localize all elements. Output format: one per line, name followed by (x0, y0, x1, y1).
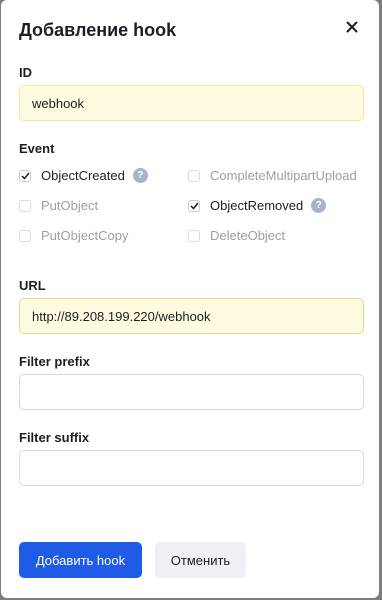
checkbox-object-removed[interactable] (188, 199, 200, 212)
url-label: URL (19, 278, 46, 293)
event-option-object-created[interactable]: ObjectCreated ? (19, 168, 148, 183)
event-option-put-object-copy[interactable]: PutObjectCopy (19, 228, 128, 243)
filter-suffix-label: Filter suffix (19, 430, 90, 445)
option-label: PutObject (41, 198, 99, 213)
event-label: Event (19, 141, 55, 156)
dialog-title: Добавление hook (19, 20, 177, 40)
option-label: ObjectRemoved (210, 198, 304, 213)
checkmark-icon (189, 202, 199, 210)
filter-prefix-label: Filter prefix (19, 354, 90, 369)
option-label: CompleteMultipartUpload (210, 168, 357, 183)
checkbox-put-object[interactable] (19, 199, 31, 212)
checkbox-put-object-copy[interactable] (19, 229, 31, 242)
event-option-object-removed[interactable]: ObjectRemoved ? (188, 198, 327, 213)
option-label: PutObjectCopy (41, 228, 129, 243)
filter-prefix-field[interactable] (19, 374, 364, 410)
id-field[interactable] (19, 85, 364, 121)
checkbox-object-created[interactable] (19, 169, 31, 182)
help-icon[interactable]: ? (132, 168, 148, 183)
checkmark-icon (20, 172, 30, 180)
add-hook-button[interactable]: Добавить hook (19, 542, 142, 578)
checkbox-delete-object[interactable] (188, 229, 200, 242)
option-label: ObjectCreated (41, 168, 125, 183)
checkbox-complete-multipart-upload[interactable] (188, 169, 200, 182)
close-button[interactable] (341, 16, 363, 38)
close-icon (346, 21, 358, 33)
url-field[interactable] (19, 298, 364, 334)
filter-suffix-field[interactable] (19, 450, 364, 486)
event-option-complete-multipart-upload[interactable]: CompleteMultipartUpload (188, 168, 357, 183)
event-option-put-object[interactable]: PutObject (19, 198, 98, 213)
event-option-delete-object[interactable]: DeleteObject (188, 228, 285, 243)
option-label: DeleteObject (210, 228, 286, 243)
help-icon[interactable]: ? (311, 198, 327, 213)
cancel-button[interactable]: Отменить (155, 542, 246, 578)
id-label: ID (19, 65, 32, 80)
add-hook-dialog: Добавление hook ID Event ObjectCreated ?… (1, 0, 379, 598)
